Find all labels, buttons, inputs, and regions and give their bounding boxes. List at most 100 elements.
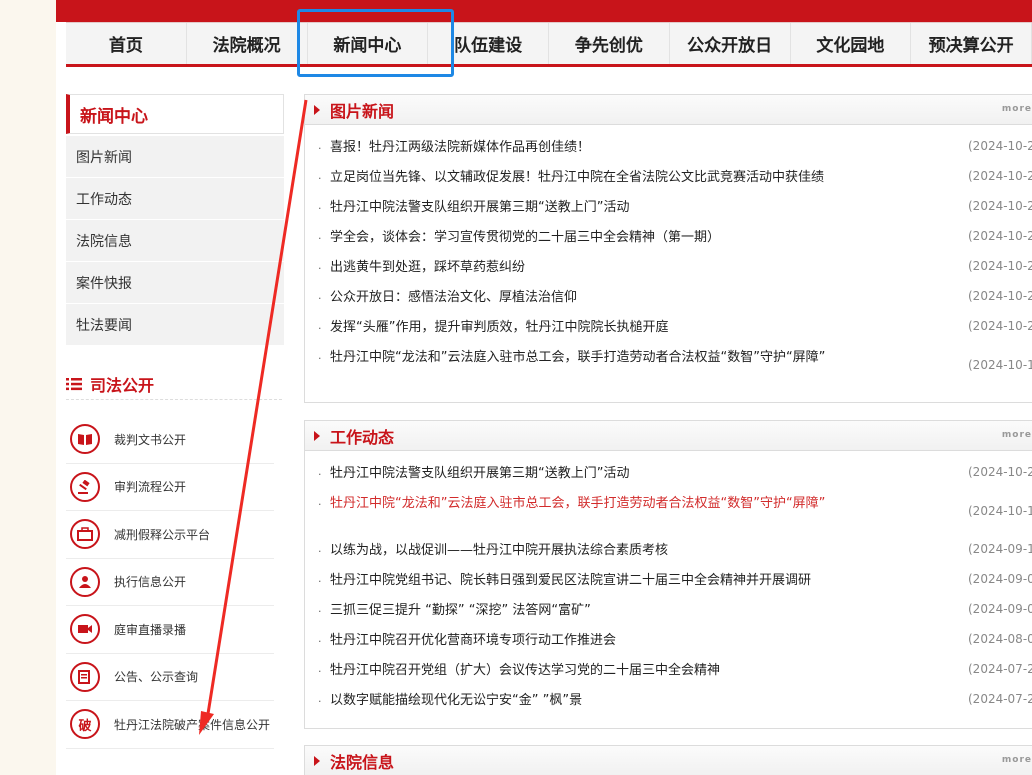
news-title[interactable]: 牡丹江中院法警支队组织开展第三期“送教上门”活动	[330, 465, 925, 482]
news-item[interactable]: · 牡丹江中院召开党组（扩大）会议传达学习党的二十届三中全会精神 (2024-07-…	[305, 656, 1032, 686]
news-title[interactable]: 喜报！牡丹江两级法院新媒体作品再创佳绩！	[330, 139, 925, 156]
news-list: · 牡丹江中院法警支队组织开展第三期“送教上门”活动 (2024-10-2 · 牡丹江…	[305, 451, 1032, 716]
judicial-link-live-trial[interactable]: 庭审直播录播	[66, 606, 274, 654]
panel-header: 工作动态 more	[305, 421, 1032, 451]
nav-court-overview[interactable]: 法院概况	[187, 23, 308, 64]
bullet: ·	[318, 172, 322, 185]
panel-title: 工作动态	[330, 427, 395, 447]
news-date: (2024-09-0	[968, 572, 1032, 586]
sidebar-item-mufa-news[interactable]: 牡法要闻	[66, 304, 284, 346]
news-date: (2024-10-2	[968, 259, 1032, 273]
triangle-icon	[314, 104, 320, 115]
news-title[interactable]: 公众开放日：感悟法治文化、厚植法治信仰	[330, 289, 925, 306]
nav-underline	[66, 64, 1032, 67]
news-title[interactable]: 牡丹江中院召开党组（扩大）会议传达学习党的二十届三中全会精神	[330, 662, 925, 679]
judicial-link-notices[interactable]: 公告、公示查询	[66, 654, 274, 701]
nav-excellence[interactable]: 争先创优	[549, 23, 670, 64]
panel-title: 图片新闻	[330, 101, 395, 121]
news-title[interactable]: 发挥“头雁”作用，提升审判质效，牡丹江中院院长执槌开庭	[330, 319, 925, 336]
news-date: (2024-07-2	[968, 662, 1032, 676]
news-title[interactable]: 牡丹江中院“龙法和”云法庭入驻市总工会，联手打造劳动者合法权益“数智”守护“屏障…	[330, 495, 925, 512]
news-item[interactable]: · 学全会，谈体会：学习宣传贯彻党的二十届三中全会精神（第一期） (2024-10-…	[305, 223, 1032, 253]
news-title[interactable]: 牡丹江中院党组书记、院长韩日强到爱民区法院宣讲二十届三中全会精神并开展调研	[330, 572, 925, 589]
news-item[interactable]: · 牡丹江中院法警支队组织开展第三期“送教上门”活动 (2024-10-2	[305, 193, 1032, 223]
judicial-link-trial-process[interactable]: 审判流程公开	[66, 464, 274, 511]
bullet: ·	[318, 262, 322, 275]
news-title[interactable]: 出逃黄牛到处逛，踩坏草药惹纠纷	[330, 259, 925, 276]
bullet: ·	[318, 352, 322, 365]
news-item[interactable]: · 牡丹江中院召开优化营商环境专项行动工作推进会 (2024-08-0	[305, 626, 1032, 656]
judicial-openness-list: 裁判文书公开 审判流程公开 减刑假释公示平台 执行信息公开 庭审直播录播 公告、…	[66, 416, 274, 749]
news-item[interactable]: · 牡丹江中院“龙法和”云法庭入驻市总工会，联手打造劳动者合法权益“数智”守护“屏…	[305, 489, 1032, 536]
news-item[interactable]: · 牡丹江中院法警支队组织开展第三期“送教上门”活动 (2024-10-2	[305, 459, 1032, 489]
judicial-link-label: 裁判文书公开	[114, 432, 187, 447]
news-item[interactable]: · 出逃黄牛到处逛，踩坏草药惹纠纷 (2024-10-2	[305, 253, 1032, 283]
bullet: ·	[318, 468, 322, 481]
nav-culture[interactable]: 文化园地	[791, 23, 912, 64]
news-item[interactable]: · 牡丹江中院党组书记、院长韩日强到爱民区法院宣讲二十届三中全会精神并开展调研 (2…	[305, 566, 1032, 596]
news-title[interactable]: 立足岗位当先锋、以文辅政促发展！牡丹江中院在全省法院公文比武竞赛活动中获佳绩	[330, 169, 925, 186]
nav-open-day[interactable]: 公众开放日	[670, 23, 791, 64]
judicial-link-judgments[interactable]: 裁判文书公开	[66, 416, 274, 464]
news-title[interactable]: 三抓三促三提升 “勤探” “深挖” 法答网“富矿”	[330, 602, 925, 619]
news-list: · 喜报！牡丹江两级法院新媒体作品再创佳绩！ (2024-10-2 · 立足岗位当先锋…	[305, 125, 1032, 390]
nav-budget[interactable]: 预决算公开	[911, 23, 1032, 64]
bullet: ·	[318, 498, 322, 511]
news-item[interactable]: · 公众开放日：感悟法治文化、厚植法治信仰 (2024-10-2	[305, 283, 1032, 313]
news-date: (2024-09-1	[968, 542, 1032, 556]
bullet: ·	[318, 545, 322, 558]
bullet: ·	[318, 322, 322, 335]
more-link[interactable]: more	[1002, 755, 1032, 765]
highlight-box	[297, 9, 454, 77]
judicial-link-label: 执行信息公开	[114, 575, 187, 590]
sidebar-menu: 图片新闻 工作动态 法院信息 案件快报 牡法要闻	[66, 136, 284, 346]
news-title[interactable]: 以练为战，以战促训——牡丹江中院开展执法综合素质考核	[330, 542, 925, 559]
bullet: ·	[318, 292, 322, 305]
more-link[interactable]: more	[1002, 430, 1032, 440]
news-title[interactable]: 牡丹江中院召开优化营商环境专项行动工作推进会	[330, 632, 925, 649]
news-item[interactable]: · 以练为战，以战促训——牡丹江中院开展执法综合素质考核 (2024-09-1	[305, 536, 1032, 566]
sidebar-item-court-info[interactable]: 法院信息	[66, 220, 284, 262]
news-title[interactable]: 学全会，谈体会：学习宣传贯彻党的二十届三中全会精神（第一期）	[330, 229, 925, 246]
news-date: (2024-10-2	[968, 169, 1032, 183]
news-item[interactable]: · 发挥“头雁”作用，提升审判质效，牡丹江中院院长执槌开庭 (2024-10-2	[305, 313, 1032, 343]
sidebar-item-photo-news[interactable]: 图片新闻	[66, 136, 284, 178]
sidebar-item-case-briefs[interactable]: 案件快报	[66, 262, 284, 304]
judicial-link-label: 庭审直播录播	[114, 622, 187, 637]
news-item[interactable]: · 三抓三促三提升 “勤探” “深挖” 法答网“富矿” (2024-09-0	[305, 596, 1032, 626]
panel-header: 图片新闻 more	[305, 95, 1032, 125]
news-item[interactable]: · 牡丹江中院“龙法和”云法庭入驻市总工会，联手打造劳动者合法权益“数智”守护“屏…	[305, 343, 1032, 390]
bullet: ·	[318, 232, 322, 245]
bullet: ·	[318, 695, 322, 708]
news-date: (2024-10-1	[968, 504, 1032, 518]
news-title[interactable]: 以数字赋能描绘现代化无讼宁安“金” ”枫”景	[330, 692, 925, 709]
judicial-link-label: 减刑假释公示平台	[114, 527, 211, 542]
judicial-link-commutation[interactable]: 减刑假释公示平台	[66, 511, 274, 559]
list-icon	[66, 378, 82, 391]
judicial-link-label: 公告、公示查询	[114, 670, 199, 685]
judicial-link-bankruptcy[interactable]: 破 牡丹江法院破产案件信息公开	[66, 701, 274, 749]
judicial-link-label: 牡丹江法院破产案件信息公开	[114, 717, 271, 732]
panel-header: 法院信息 more	[305, 746, 1032, 775]
panel-work-updates: 工作动态 more · 牡丹江中院法警支队组织开展第三期“送教上门”活动 (2024…	[304, 420, 1032, 729]
camera-icon	[70, 614, 100, 645]
news-title[interactable]: 牡丹江中院法警支队组织开展第三期“送教上门”活动	[330, 199, 925, 216]
news-date: (2024-10-2	[968, 139, 1032, 153]
news-item[interactable]: · 喜报！牡丹江两级法院新媒体作品再创佳绩！ (2024-10-2	[305, 133, 1032, 163]
bullet: ·	[318, 575, 322, 588]
main-nav: 首页 法院概况 新闻中心 队伍建设 争先创优 公众开放日 文化园地 预决算公开	[66, 22, 1032, 64]
news-title[interactable]: 牡丹江中院“龙法和”云法庭入驻市总工会，联手打造劳动者合法权益“数智”守护“屏障…	[330, 349, 925, 366]
more-link[interactable]: more	[1002, 104, 1032, 114]
bullet: ·	[318, 202, 322, 215]
book-icon	[70, 424, 100, 455]
user-icon	[70, 566, 100, 597]
judicial-link-label: 审判流程公开	[114, 480, 187, 495]
sidebar-item-work-updates[interactable]: 工作动态	[66, 178, 284, 220]
news-item[interactable]: · 立足岗位当先锋、以文辅政促发展！牡丹江中院在全省法院公文比武竞赛活动中获佳绩 (…	[305, 163, 1032, 193]
nav-home[interactable]: 首页	[66, 23, 187, 64]
judicial-link-execution-info[interactable]: 执行信息公开	[66, 559, 274, 606]
news-date: (2024-10-1	[968, 358, 1032, 372]
news-date: (2024-10-2	[968, 229, 1032, 243]
news-item[interactable]: · 以数字赋能描绘现代化无讼宁安“金” ”枫”景 (2024-07-2	[305, 686, 1032, 716]
news-date: (2024-08-0	[968, 632, 1032, 646]
